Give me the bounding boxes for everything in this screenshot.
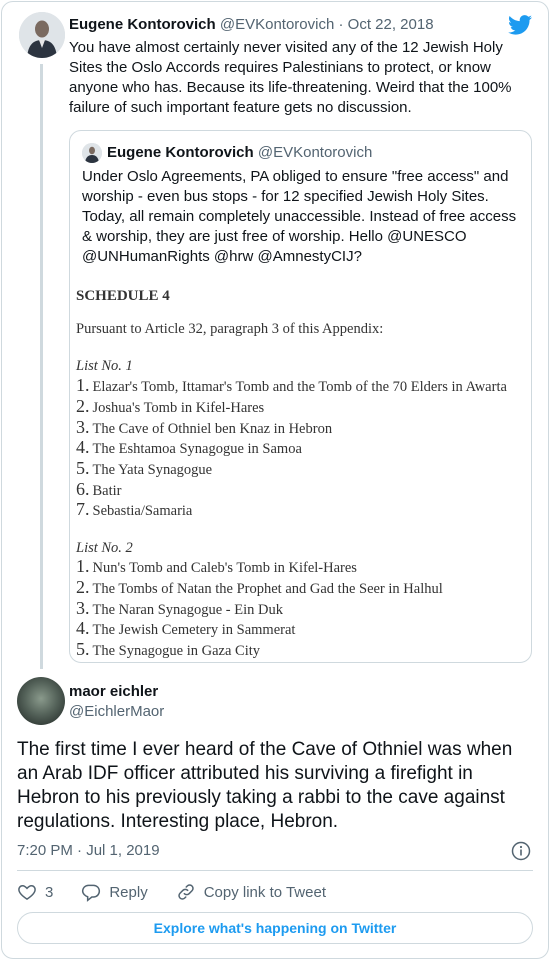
- list-1-item: 4. The Eshtamoa Synagogue in Samoa: [76, 437, 302, 457]
- list-1-item: 6. Batir: [76, 479, 122, 499]
- document-heading: SCHEDULE 4: [76, 288, 170, 304]
- like-button[interactable]: 3: [17, 882, 53, 902]
- parent-author-name[interactable]: Eugene Kontorovich: [69, 16, 216, 33]
- like-count: 3: [45, 883, 54, 901]
- parent-tweet-header: Eugene Kontorovich @EVKontorovich · Oct …: [69, 16, 434, 33]
- list-2-item: 5. The Synagogue in Gaza City: [76, 639, 261, 659]
- document-subheading: Pursuant to Article 32, paragraph 3 of t…: [76, 321, 384, 337]
- reply-button[interactable]: Reply: [81, 882, 148, 902]
- list-1-item: 1. Elazar's Tomb, Ittamar's Tomb and the …: [76, 375, 507, 395]
- list-1-title: List No. 1: [76, 358, 133, 374]
- reply-label: Reply: [109, 883, 148, 901]
- twitter-bird-icon[interactable]: [508, 15, 532, 35]
- reply-tweet-text: The first time I ever heard of the Cave …: [17, 739, 513, 832]
- list-2-item: 1. Nun's Tomb and Caleb's Tomb in Kifel-H…: [76, 556, 357, 576]
- tweet-actions: 3 Reply Copy link to Tweet: [17, 881, 354, 903]
- divider: [17, 870, 533, 871]
- parent-author-avatar[interactable]: [19, 12, 65, 58]
- quoted-author-handle: @EVKontorovich: [257, 144, 373, 161]
- reply-author-avatar[interactable]: [17, 677, 65, 725]
- list-1-item: 5. The Yata Synagogue: [76, 458, 213, 478]
- copy-link-button[interactable]: Copy link to Tweet: [176, 882, 326, 902]
- parent-tweet-text: You have almost certainly never visited …: [69, 39, 512, 116]
- list-1-item: 2. Joshua's Tomb in Kifel-Hares: [76, 396, 265, 416]
- reply-icon: [82, 884, 101, 902]
- list-2-item: 2. The Tombs of Natan the Prophet and Gad…: [76, 577, 443, 597]
- list-2-title: List No. 2: [76, 540, 133, 556]
- quoted-author-name: Eugene Kontorovich: [107, 144, 254, 161]
- reply-author-handle[interactable]: @EichlerMaor: [69, 703, 164, 720]
- reply-author-name[interactable]: maor eichler: [69, 683, 158, 700]
- quoted-tweet-text: Under Oslo Agreements, PA obliged to ens…: [82, 168, 517, 265]
- thread-connector-line: [40, 64, 43, 669]
- link-icon: [177, 884, 194, 900]
- list-2-item: 4. The Jewish Cemetery in Sammerat: [76, 618, 296, 638]
- quoted-tweet-header: Eugene Kontorovich @EVKontorovich: [107, 144, 372, 161]
- quoted-tweet-card[interactable]: Eugene Kontorovich @EVKontorovich Under …: [69, 130, 532, 663]
- copy-link-label: Copy link to Tweet: [203, 883, 326, 901]
- quoted-author-avatar: [82, 143, 102, 163]
- explore-twitter-button[interactable]: Explore what's happening on Twitter: [17, 912, 533, 944]
- reply-timestamp[interactable]: 7:20 PM · Jul 1, 2019: [17, 842, 160, 859]
- list-2-item: 3. The Naran Synagogue - Ein Duk: [76, 598, 283, 618]
- list-1-item: 7. Sebastia/Samaria: [76, 499, 193, 519]
- header-separator: ·: [338, 16, 344, 33]
- info-icon[interactable]: [511, 841, 531, 861]
- parent-tweet-date[interactable]: Oct 22, 2018: [348, 16, 434, 33]
- heart-icon: [18, 884, 36, 900]
- parent-author-handle[interactable]: @EVKontorovich: [220, 16, 334, 33]
- list-1-item: 3. The Cave of Othniel ben Knaz in Hebron: [76, 417, 333, 437]
